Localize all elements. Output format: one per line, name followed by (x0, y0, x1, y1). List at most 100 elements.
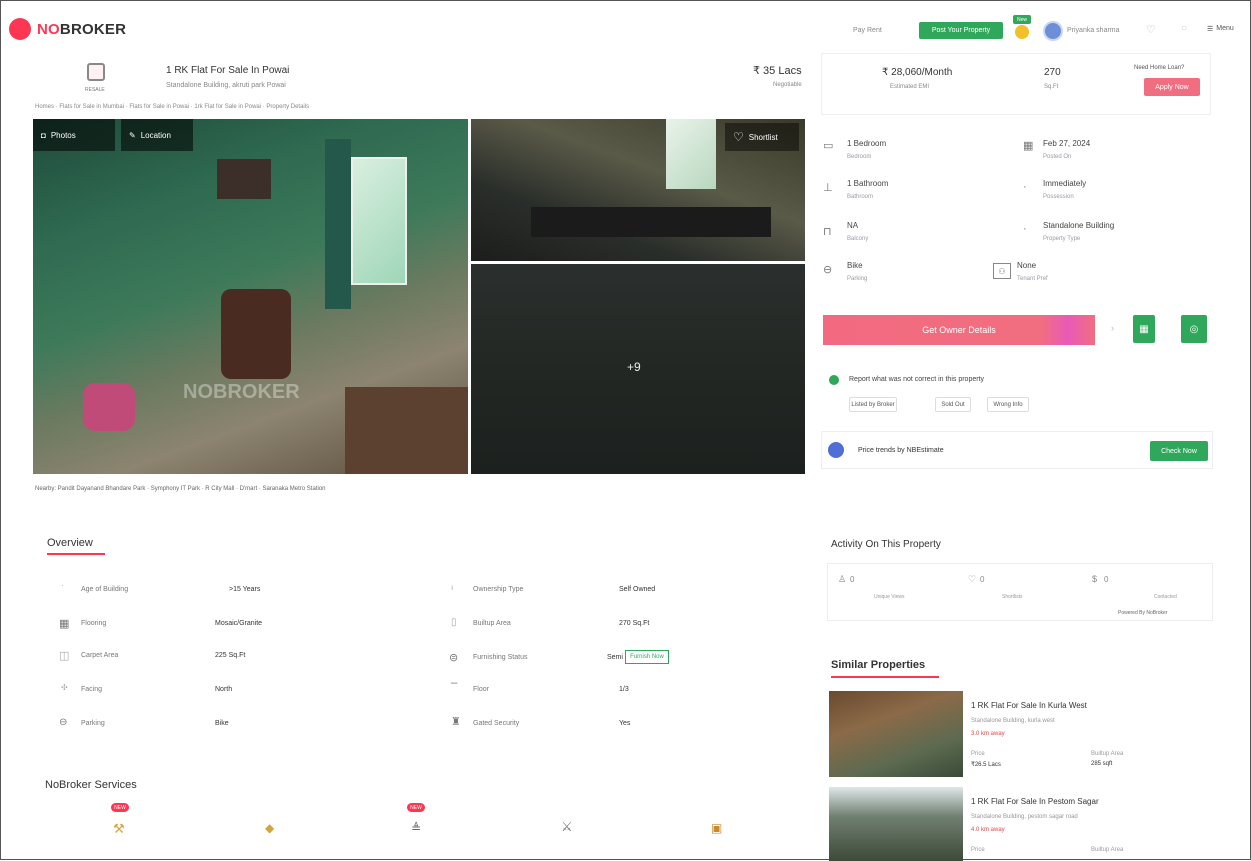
watermark: NOBROKER (183, 381, 300, 403)
hammer-icon[interactable]: ⚒ (113, 821, 125, 837)
similar-card-title[interactable]: 1 RK Flat For Sale In Kurla West (971, 701, 1087, 710)
contact-button[interactable]: ◎ (1181, 315, 1207, 343)
detail-balcony: ⊓ NA Balcony (823, 221, 869, 242)
pay-rent-link[interactable]: Pay Rent (853, 27, 882, 34)
detail-tenant: ⚇ None Tenant Pref (991, 257, 1201, 293)
wallet-icon[interactable] (1015, 25, 1029, 39)
frame-image (217, 159, 271, 199)
logo-icon[interactable] (9, 18, 31, 40)
compass-icon: ✣ (61, 683, 68, 692)
detail-possession: · Immediately Possession (1023, 179, 1087, 200)
kitchen-photo[interactable]: ♡ Shortlist (471, 119, 805, 261)
shortlist-button[interactable]: ♡ Shortlist (725, 123, 799, 151)
door-icon: ⊓ (823, 226, 832, 238)
shelf-image (531, 207, 771, 237)
activity-title: Activity On This Property (831, 539, 941, 550)
calendar-icon: ▦ (1023, 140, 1034, 152)
location-icon: ✎ (129, 130, 136, 140)
report-text[interactable]: Report what was not correct in this prop… (849, 376, 984, 383)
new-badge: New (1013, 15, 1031, 24)
trend-icon (828, 442, 844, 458)
report-wrong-button[interactable]: Wrong Info (987, 397, 1029, 412)
detail-posted: ▦ Feb 27, 2024 Posted On (1023, 139, 1091, 160)
new-badge: NEW (111, 803, 129, 812)
overview-row: ♜ Gated Security Yes (451, 716, 631, 728)
paint-icon[interactable]: ◆ (265, 821, 274, 835)
heart-icon: ♡ (733, 130, 744, 144)
window-image (351, 157, 407, 285)
heart-icon: ♡ (968, 574, 977, 584)
similar-title: Similar Properties (831, 659, 926, 671)
furnish-now-button[interactable]: Furnish Now (625, 650, 669, 664)
header: NOBROKER (9, 15, 209, 43)
report-sold-button[interactable]: Sold Out (935, 397, 971, 412)
activity-views: ♙ 0 Unique Views (838, 574, 905, 600)
bath-icon: ⊥ (823, 182, 833, 194)
brand-logo[interactable]: NOBROKER (37, 21, 126, 38)
car-icon: ⊖ (823, 264, 833, 276)
phone-icon: ◎ (1189, 323, 1199, 335)
ruler-icon: ▯ (451, 617, 457, 628)
tools-icon[interactable]: ⚔ (561, 819, 573, 835)
detail-parking: ⊖ Bike Parking (823, 261, 868, 282)
user-name[interactable]: Priyanka sharma (1067, 27, 1120, 34)
main-photo[interactable]: NOBROKER ◘ Photos ✎ Location (33, 119, 468, 474)
overview-row: ▯ Builtup Area 270 Sq.Ft (451, 617, 650, 628)
breadcrumb[interactable]: Homes · Flats for Sale in Mumbai · Flats… (35, 104, 309, 110)
arrow-icon: › (1111, 323, 1114, 333)
overview-title: Overview (47, 537, 93, 549)
clean-icon[interactable]: ≜ (411, 821, 421, 835)
menu-button[interactable]: ☰ Menu (1207, 25, 1234, 33)
avatar[interactable] (1043, 21, 1063, 41)
overview-right: ı Ownership Type Self Owned ▯ Builtup Ar… (449, 581, 749, 741)
listing-subtitle: Standalone Building, akruti park Powai (166, 82, 286, 89)
report-section: Report what was not correct in this prop… (823, 367, 1213, 417)
more-photos-tile[interactable]: +9 (471, 264, 805, 474)
home-loan-question: Need Home Loan? (1134, 65, 1185, 71)
activity-shortlists: ♡ 0 Shortlists (968, 574, 1023, 600)
similar-card[interactable]: 1 RK Flat For Sale In Kurla West Standal… (829, 691, 1213, 777)
home-icon (87, 63, 105, 81)
similar-card[interactable]: 1 RK Flat For Sale In Pestom Sagar Stand… (829, 787, 1213, 861)
activity-card: ♙ 0 Unique Views ♡ 0 Shortlists $ 0 Cont… (827, 563, 1213, 621)
calendar-icon: ▦ (1139, 323, 1149, 335)
curtain-image (325, 139, 351, 309)
car-icon: ⊖ (59, 717, 68, 728)
new-badge: NEW (407, 803, 425, 812)
apply-now-button[interactable]: Apply Now (1144, 78, 1200, 96)
more-count: +9 (627, 360, 641, 374)
check-icon (829, 375, 839, 385)
check-now-button[interactable]: Check Now (1150, 441, 1208, 461)
bed-image (345, 387, 468, 474)
overview-row: ⊖ Parking Bike (59, 717, 229, 728)
camera-icon: ◘ (41, 130, 46, 140)
similar-card-title[interactable]: 1 RK Flat For Sale In Pestom Sagar (971, 797, 1099, 806)
contact-icon: $ (1092, 574, 1098, 584)
get-owner-details-button[interactable]: Get Owner Details (823, 315, 1095, 345)
area-value: 270 (1044, 67, 1061, 78)
overview-row: ✣ Facing North (61, 683, 233, 693)
chair-image (221, 289, 291, 379)
similar-photo (829, 691, 963, 777)
report-broker-button[interactable]: Listed by Broker (849, 397, 897, 412)
overview-row: ⊜ Furnishing Status Semi Furnish Now (449, 649, 749, 669)
post-property-button[interactable]: Post Your Property (919, 22, 1003, 39)
area-label: Sq.Ft (1044, 84, 1059, 90)
bell-icon[interactable]: ○ (1181, 23, 1187, 34)
schedule-visit-button[interactable]: ▦ (1133, 315, 1155, 343)
bag-image (83, 383, 135, 431)
overview-row: ◫ Carpet Area 225 Sq.Ft (59, 650, 246, 662)
pack-icon[interactable]: ▣ (711, 821, 722, 835)
price-negotiable: Negotiable (773, 82, 802, 88)
resale-caption: RESALE (85, 87, 105, 93)
details-grid: ▭ 1 Bedroom Bedroom ▦ Feb 27, 2024 Poste… (821, 133, 1211, 293)
owner-icon: ı (451, 583, 454, 592)
detail-bedroom: ▭ 1 Bedroom Bedroom (823, 139, 887, 160)
guard-icon: ♜ (451, 716, 461, 728)
photos-button[interactable]: ◘ Photos (33, 119, 115, 151)
heart-nav-icon[interactable]: ♡ (1146, 23, 1156, 36)
price-trends-card: Price trends by NBEstimate Check Now (821, 431, 1213, 469)
similar-photo (829, 787, 963, 861)
similar-underline (831, 676, 939, 678)
location-button[interactable]: ✎ Location (121, 119, 193, 151)
